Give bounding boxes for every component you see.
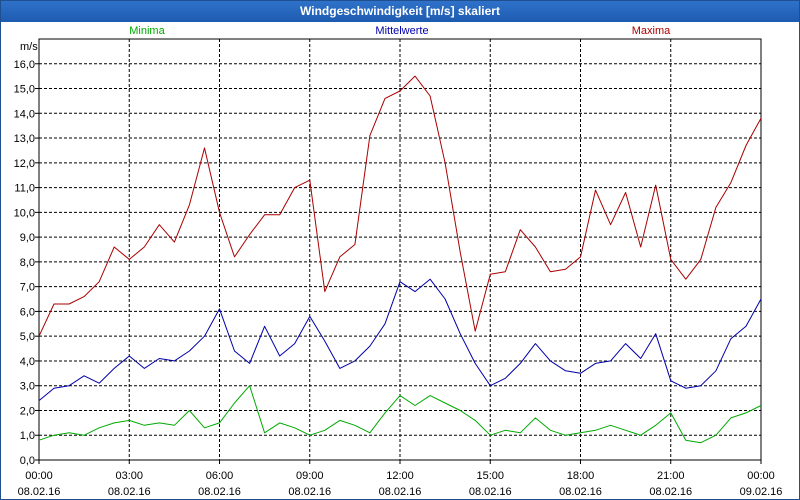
y-tick-label: 6,0 — [20, 306, 35, 318]
y-tick-label: 5,0 — [20, 331, 35, 343]
x-tick-date: 08.02.16 — [18, 486, 61, 498]
x-tick-date: 08.02.16 — [559, 486, 602, 498]
y-tick-label: 14,0 — [14, 108, 35, 120]
wind-speed-chart: 0,0 1,0 2,0 3,0 4,0 5,0 6,0 7,0 8,0 9,0 10,0 11,0 12… — [14, 25, 783, 498]
x-tick-date: 08.02.16 — [379, 486, 422, 498]
y-axis-label: m/s — [20, 41, 38, 53]
x-tick-time: 15:00 — [476, 470, 504, 482]
y-tick-label: 3,0 — [20, 381, 35, 393]
y-tick-label: 11,0 — [14, 183, 35, 195]
y-tick-label: 2,0 — [20, 405, 35, 417]
x-tick-date: 08.02.16 — [108, 486, 151, 498]
y-tick-label: 13,0 — [14, 133, 35, 145]
legend-minima: Minima — [129, 25, 165, 37]
y-tick-label: 15,0 — [14, 84, 35, 96]
y-tick-label: 8,0 — [20, 257, 35, 269]
x-tick-date: 08.02.16 — [288, 486, 331, 498]
y-tick-label: 12,0 — [14, 158, 35, 170]
legend-maxima: Maxima — [632, 25, 671, 37]
legend-mittelwerte: Mittelwerte — [375, 25, 428, 37]
x-tick-time: 00:00 — [25, 470, 53, 482]
x-tick-time: 12:00 — [386, 470, 414, 482]
y-tick-label: 16,0 — [14, 59, 35, 71]
x-tick-date: 08.02.16 — [198, 486, 241, 498]
x-tick-time: 09:00 — [296, 470, 324, 482]
y-tick-label: 0,0 — [20, 455, 35, 467]
y-tick-label: 7,0 — [20, 282, 35, 294]
y-tick-label: 9,0 — [20, 232, 35, 244]
x-tick-time: 03:00 — [115, 470, 143, 482]
x-tick-time: 00:00 — [747, 470, 775, 482]
x-tick-time: 21:00 — [657, 470, 685, 482]
y-tick-label: 10,0 — [14, 207, 35, 219]
x-tick-time: 18:00 — [567, 470, 595, 482]
x-tick-date: 08.02.16 — [469, 486, 512, 498]
x-tick-date: 08.02.16 — [649, 486, 692, 498]
x-tick-date: 09.02.16 — [740, 486, 783, 498]
y-tick-label: 1,0 — [20, 430, 35, 442]
y-tick-label: 4,0 — [20, 356, 35, 368]
x-tick-time: 06:00 — [206, 470, 234, 482]
